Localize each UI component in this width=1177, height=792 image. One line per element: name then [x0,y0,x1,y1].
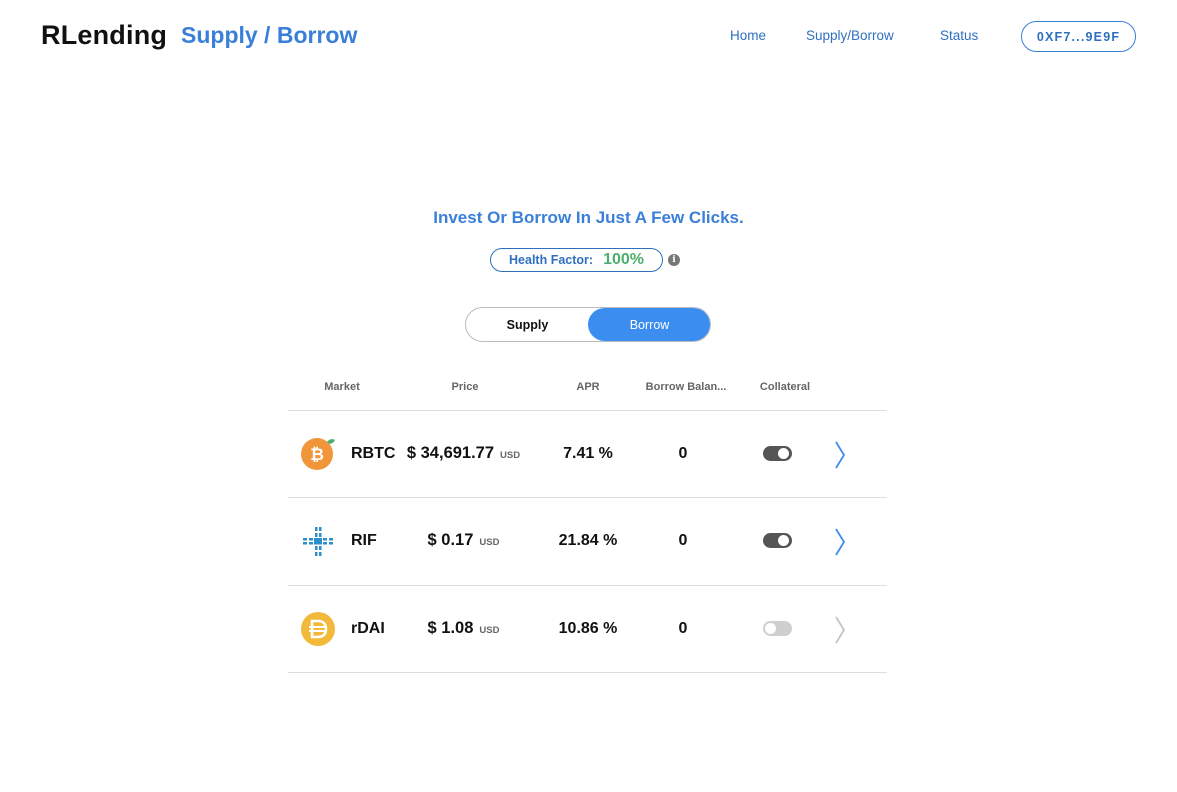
brand-logo[interactable]: RLending [41,20,167,51]
apr-value: 21.84 % [558,532,618,549]
price-amount: $ 0.17 [427,531,474,549]
nav-home-link[interactable]: Home [730,28,766,43]
market-name: rDAI [351,620,385,637]
health-factor-badge: Health Factor: 100% [490,248,663,272]
column-header-borrow-balance: Borrow Balan... [645,381,727,393]
borrow-balance-value: 0 [678,532,688,549]
collateral-toggle[interactable] [763,446,792,461]
nav-supply-borrow-link[interactable]: Supply/Borrow [806,28,894,43]
price-unit: USD [500,450,521,461]
rdai-coin-icon [300,611,335,646]
collateral-toggle[interactable] [763,621,792,636]
rif-coin-icon [300,523,334,557]
column-header-collateral: Collateral [759,381,811,393]
price-cell: $ 1.08 USD [396,619,531,638]
market-name: RIF [351,532,377,549]
toggle-knob [778,535,789,546]
market-name: RBTC [351,445,396,462]
table-divider [288,672,887,673]
apr-value: 10.86 % [558,620,618,637]
price-amount: $ 34,691.77 [406,444,495,462]
supply-tab[interactable]: Supply [466,308,589,341]
column-header-price: Price [451,381,479,393]
borrow-balance-value: 0 [678,445,688,462]
table-row[interactable]: ₿ RBTC $ 34,691.77 USD 7.41 % 0 [288,411,887,498]
chevron-right-icon[interactable] [832,526,848,558]
page-title: Supply / Borrow [181,22,358,48]
table-row[interactable]: RIF $ 0.17 USD 21.84 % 0 [288,498,887,585]
wallet-address-button[interactable]: 0XF7...9E9F [1021,21,1136,52]
toggle-knob [778,448,789,459]
svg-text:₿: ₿ [310,445,324,465]
price-amount: $ 1.08 [427,619,474,637]
collateral-toggle[interactable] [763,533,792,548]
price-cell: $ 34,691.77 USD [396,444,531,463]
chevron-right-icon[interactable] [832,614,848,646]
nav-status-link[interactable]: Status [940,28,978,43]
toggle-knob [765,623,776,634]
column-header-apr: APR [576,381,600,393]
health-factor-value: 100% [603,251,644,268]
health-factor-label: Health Factor: [509,253,594,267]
borrow-tab[interactable]: Borrow [588,308,710,341]
tagline: Invest Or Borrow In Just A Few Clicks. [433,208,744,227]
borrow-balance-value: 0 [678,620,688,637]
apr-value: 7.41 % [563,445,613,462]
chevron-right-icon[interactable] [832,439,848,471]
supply-borrow-toggle: Supply Borrow [465,307,711,342]
price-cell: $ 0.17 USD [396,531,531,550]
price-unit: USD [479,537,500,548]
table-row[interactable]: rDAI $ 1.08 USD 10.86 % 0 [288,586,887,673]
info-icon[interactable]: i [668,254,680,266]
rbtc-coin-icon: ₿ [300,436,335,470]
column-header-market: Market [324,381,360,393]
price-unit: USD [479,625,500,636]
